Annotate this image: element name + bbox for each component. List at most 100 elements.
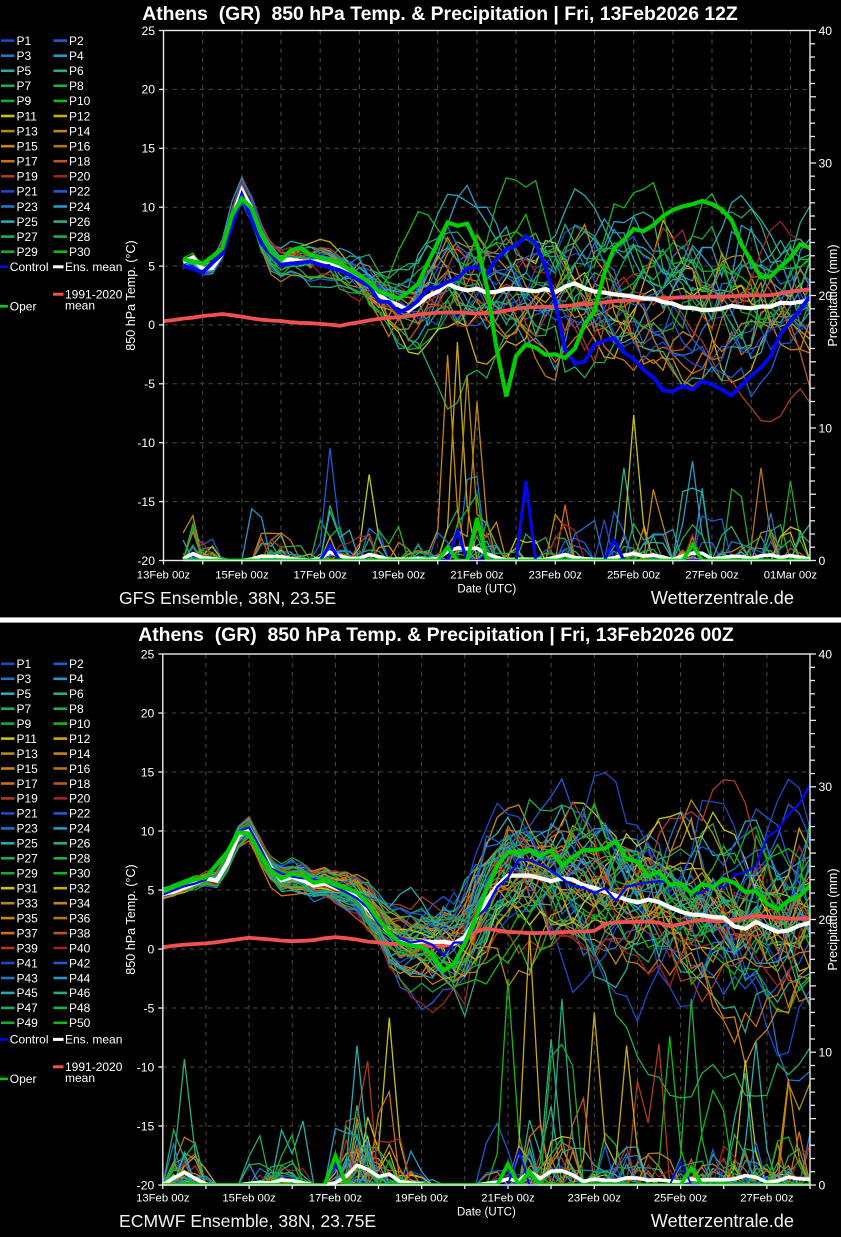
svg-text:P2: P2 [69,657,84,671]
svg-text:P34: P34 [69,897,91,911]
svg-text:P23: P23 [17,200,39,214]
svg-text:P11: P11 [17,732,38,746]
svg-text:-20: -20 [137,1178,155,1192]
svg-text:P30: P30 [69,245,91,259]
svg-text:Control: Control [10,260,49,274]
svg-text:P24: P24 [69,822,91,836]
svg-text:P19: P19 [17,170,39,184]
svg-text:P9: P9 [17,717,32,731]
svg-text:Precipitation (mm): Precipitation (mm) [826,244,840,346]
svg-text:P22: P22 [69,807,91,821]
svg-text:01Mar 00z: 01Mar 00z [764,570,818,582]
svg-text:P3: P3 [17,49,32,63]
svg-text:25: 25 [141,24,155,38]
svg-text:P26: P26 [69,837,91,851]
svg-text:P50: P50 [69,1016,91,1030]
svg-text:P11: P11 [17,109,38,123]
svg-text:P35: P35 [17,911,39,925]
svg-text:Precipitation (mm): Precipitation (mm) [826,868,840,970]
svg-text:27Feb 00z: 27Feb 00z [685,570,739,582]
svg-text:10: 10 [141,201,155,215]
svg-text:17Feb 00z: 17Feb 00z [309,1193,363,1205]
svg-text:17Feb 00z: 17Feb 00z [294,570,348,582]
svg-text:P38: P38 [69,926,91,940]
svg-text:P27: P27 [17,230,39,244]
svg-text:P12: P12 [69,109,91,123]
svg-text:21Feb 00z: 21Feb 00z [450,570,504,582]
svg-text:Athens (GR) 850 hPa Temp. &: Athens (GR) 850 hPa Temp. & Precipitatio… [142,3,738,25]
svg-text:0: 0 [819,1178,826,1192]
svg-text:P10: P10 [69,717,91,731]
svg-text:GFS Ensemble, 38N, 23.5E: GFS Ensemble, 38N, 23.5E [119,588,336,608]
svg-text:P5: P5 [17,687,32,701]
svg-text:Date (UTC): Date (UTC) [457,584,516,596]
svg-text:P24: P24 [69,200,91,214]
svg-text:P48: P48 [69,1001,91,1015]
svg-text:mean: mean [65,1071,95,1085]
svg-text:P7: P7 [17,702,32,716]
svg-text:P42: P42 [69,956,91,970]
svg-text:P5: P5 [17,64,32,78]
svg-text:0: 0 [819,554,826,568]
svg-text:23Feb 00z: 23Feb 00z [568,1193,622,1205]
svg-text:P16: P16 [69,762,91,776]
svg-text:25Feb 00z: 25Feb 00z [607,570,661,582]
svg-text:27Feb 00z: 27Feb 00z [740,1193,794,1205]
svg-text:P25: P25 [17,215,39,229]
svg-text:P13: P13 [17,747,39,761]
svg-text:40: 40 [819,24,833,38]
svg-text:P29: P29 [17,867,39,881]
svg-text:-5: -5 [143,1001,154,1015]
svg-text:P8: P8 [69,79,84,93]
svg-text:P31: P31 [17,882,39,896]
svg-text:P25: P25 [17,837,39,851]
svg-text:25: 25 [141,647,155,661]
svg-text:-15: -15 [137,1119,155,1133]
svg-text:850 hPa Temp. (°C): 850 hPa Temp. (°C) [124,240,138,351]
svg-text:-5: -5 [144,377,155,391]
svg-text:P32: P32 [69,882,91,896]
svg-text:Date (UTC): Date (UTC) [457,1207,516,1219]
svg-text:P6: P6 [69,687,84,701]
svg-text:P49: P49 [17,1016,39,1030]
svg-text:P26: P26 [69,215,91,229]
svg-text:21Feb 00z: 21Feb 00z [481,1193,535,1205]
svg-text:P21: P21 [17,807,39,821]
svg-text:P36: P36 [69,911,91,925]
svg-text:-20: -20 [137,554,155,568]
svg-text:P27: P27 [17,852,39,866]
svg-text:13Feb 00z: 13Feb 00z [137,570,191,582]
svg-text:P28: P28 [69,230,91,244]
svg-text:20: 20 [141,83,155,97]
svg-text:P8: P8 [69,702,84,716]
svg-text:P28: P28 [69,852,91,866]
svg-text:P14: P14 [69,747,91,761]
svg-text:P30: P30 [69,867,91,881]
svg-text:40: 40 [819,647,833,661]
svg-text:P10: P10 [69,94,91,108]
svg-text:P18: P18 [69,777,91,791]
svg-text:P20: P20 [69,792,91,806]
svg-text:P18: P18 [69,155,91,169]
svg-text:P19: P19 [17,792,39,806]
svg-text:850 hPa Temp. (°C): 850 hPa Temp. (°C) [124,864,138,975]
svg-text:P15: P15 [17,140,39,154]
svg-text:10: 10 [141,824,155,838]
svg-text:P12: P12 [69,732,91,746]
svg-text:mean: mean [65,299,95,313]
svg-text:P14: P14 [69,124,91,138]
svg-text:P1: P1 [17,657,32,671]
svg-text:P16: P16 [69,140,91,154]
svg-text:15Feb 00z: 15Feb 00z [215,570,269,582]
svg-text:5: 5 [148,259,155,273]
svg-text:P1: P1 [17,34,32,48]
svg-text:P46: P46 [69,986,91,1000]
svg-text:P2: P2 [69,34,84,48]
svg-text:0: 0 [148,942,155,956]
svg-text:P39: P39 [17,941,39,955]
svg-text:-15: -15 [137,495,155,509]
svg-text:Oper: Oper [10,1072,37,1086]
svg-text:10: 10 [819,1046,833,1060]
svg-text:P13: P13 [17,124,39,138]
svg-text:23Feb 00z: 23Feb 00z [529,570,583,582]
